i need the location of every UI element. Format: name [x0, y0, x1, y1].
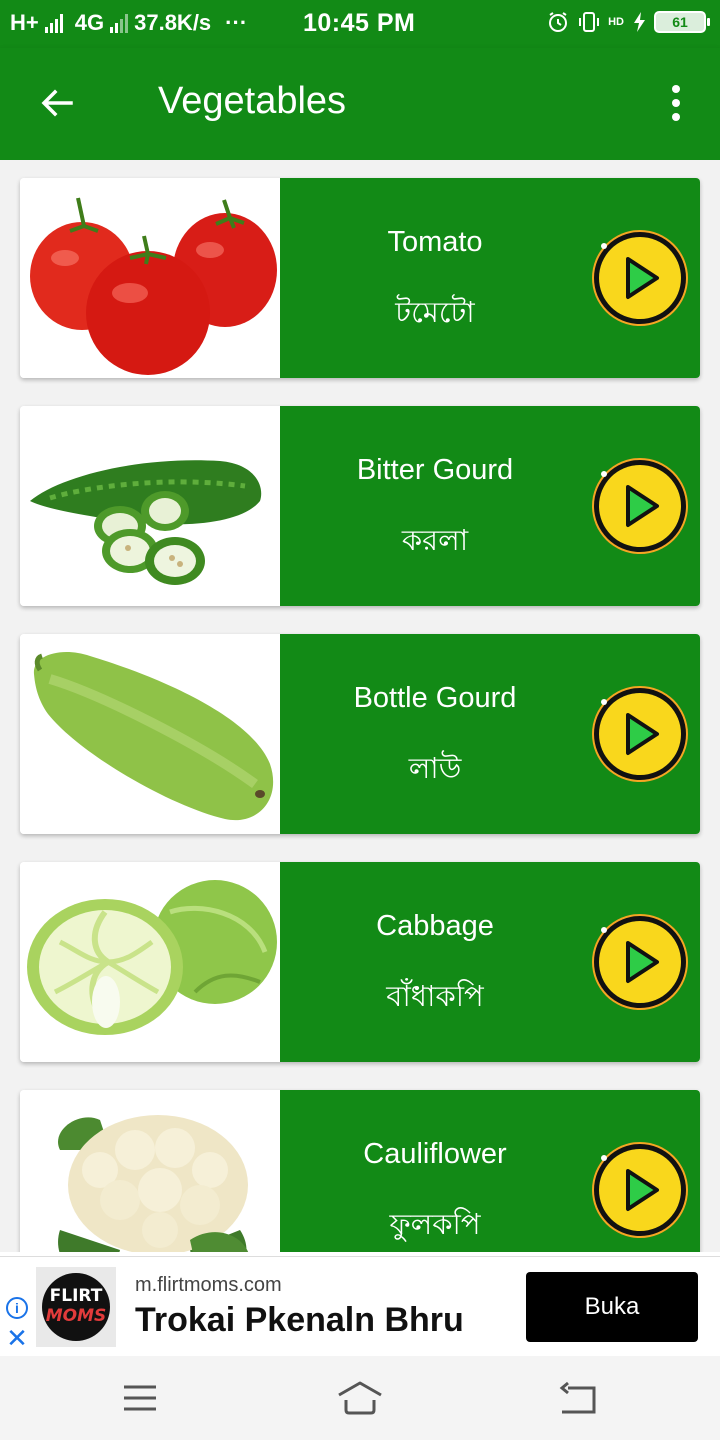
info-icon[interactable]: i	[6, 1297, 28, 1319]
bitter-gourd-image	[20, 406, 280, 606]
more-options-button[interactable]	[660, 82, 692, 124]
list-item-bottle-gourd[interactable]: Bottle Gourd লাউ	[20, 634, 700, 834]
bottle-gourd-image	[20, 634, 280, 834]
status-bar: H+ 4G 37.8K/s ··· 10:45 PM HD 61	[0, 0, 720, 48]
bengali-name: লাউ	[408, 751, 462, 785]
vegetable-list[interactable]: Tomato টমেটো Bitter Gourd করলা Bottle Go…	[0, 160, 720, 1252]
english-name: Cabbage	[376, 910, 494, 942]
bengali-name: টমেটো	[395, 295, 475, 329]
vibrate-icon	[579, 12, 600, 32]
clock: 10:45 PM	[303, 9, 416, 37]
item-panel: Bottle Gourd লাউ	[280, 634, 700, 834]
ad-url[interactable]: m.flirtmoms.com	[135, 1274, 282, 1297]
network-speed: 37.8K/s	[134, 10, 212, 35]
play-button[interactable]	[590, 684, 690, 784]
tomato-image	[20, 178, 280, 378]
network-type: 4G	[74, 10, 105, 35]
signal-icon	[44, 13, 63, 33]
hd-icon: HD	[608, 15, 624, 28]
status-left: H+ 4G 37.8K/s ···	[10, 10, 247, 36]
ad-open-button[interactable]: Buka	[526, 1272, 698, 1342]
play-button[interactable]	[590, 1140, 690, 1240]
battery-level: 61	[672, 14, 688, 30]
english-name: Bitter Gourd	[356, 454, 514, 486]
menu-icon[interactable]	[120, 1378, 160, 1418]
bengali-name: ফুলকপি	[389, 1207, 481, 1241]
item-panel: Cauliflower ফুলকপি	[280, 1090, 700, 1252]
item-panel: Cabbage বাঁধাকপি	[280, 862, 700, 1062]
app-bar: Vegetables	[0, 48, 720, 160]
alarm-icon	[549, 12, 568, 32]
page-title: Vegetables	[158, 80, 347, 122]
list-item-cabbage[interactable]: Cabbage বাঁধাকপি	[20, 862, 700, 1062]
list-item-tomato[interactable]: Tomato টমেটো	[20, 178, 700, 378]
play-button[interactable]	[590, 228, 690, 328]
cauliflower-image	[20, 1090, 280, 1252]
cabbage-image	[20, 862, 280, 1062]
ad-banner[interactable]: i ✕ FLIRT MOMS m.flirtmoms.com Trokai Pk…	[0, 1256, 720, 1358]
network-label: H+	[10, 10, 39, 35]
english-name: Tomato	[387, 226, 483, 258]
more-notifications: ···	[225, 10, 248, 35]
list-item-cauliflower[interactable]: Cauliflower ফুলকপি	[20, 1090, 700, 1252]
item-panel: Bitter Gourd করলা	[280, 406, 700, 606]
back-button[interactable]	[36, 82, 78, 124]
ad-logo-disc: FLIRT MOMS	[42, 1273, 110, 1341]
ad-logo-text-1: FLIRT	[49, 1286, 103, 1306]
more-vertical-icon	[672, 85, 680, 93]
status-right: HD 61	[546, 10, 710, 34]
home-icon[interactable]	[336, 1378, 384, 1418]
item-panel: Tomato টমেটো	[280, 178, 700, 378]
close-icon[interactable]: ✕	[6, 1325, 28, 1351]
ad-headline[interactable]: Trokai Pkenaln Bhru	[135, 1301, 464, 1340]
ad-logo-text-2: MOMS	[45, 1306, 107, 1326]
arrow-left-icon	[41, 89, 73, 117]
bengali-name: করলা	[401, 523, 469, 557]
play-button[interactable]	[590, 456, 690, 556]
english-name: Cauliflower	[363, 1138, 507, 1170]
system-nav-bar	[0, 1356, 720, 1440]
ad-logo[interactable]: FLIRT MOMS	[36, 1267, 116, 1347]
charging-icon	[634, 12, 645, 32]
play-button[interactable]	[590, 912, 690, 1012]
back-icon[interactable]	[558, 1378, 598, 1418]
english-name: Bottle Gourd	[353, 682, 517, 714]
bengali-name: বাঁধাকপি	[386, 979, 484, 1013]
signal-icon-2	[110, 13, 129, 33]
list-item-bitter-gourd[interactable]: Bitter Gourd করলা	[20, 406, 700, 606]
battery-icon: 61	[654, 11, 710, 33]
